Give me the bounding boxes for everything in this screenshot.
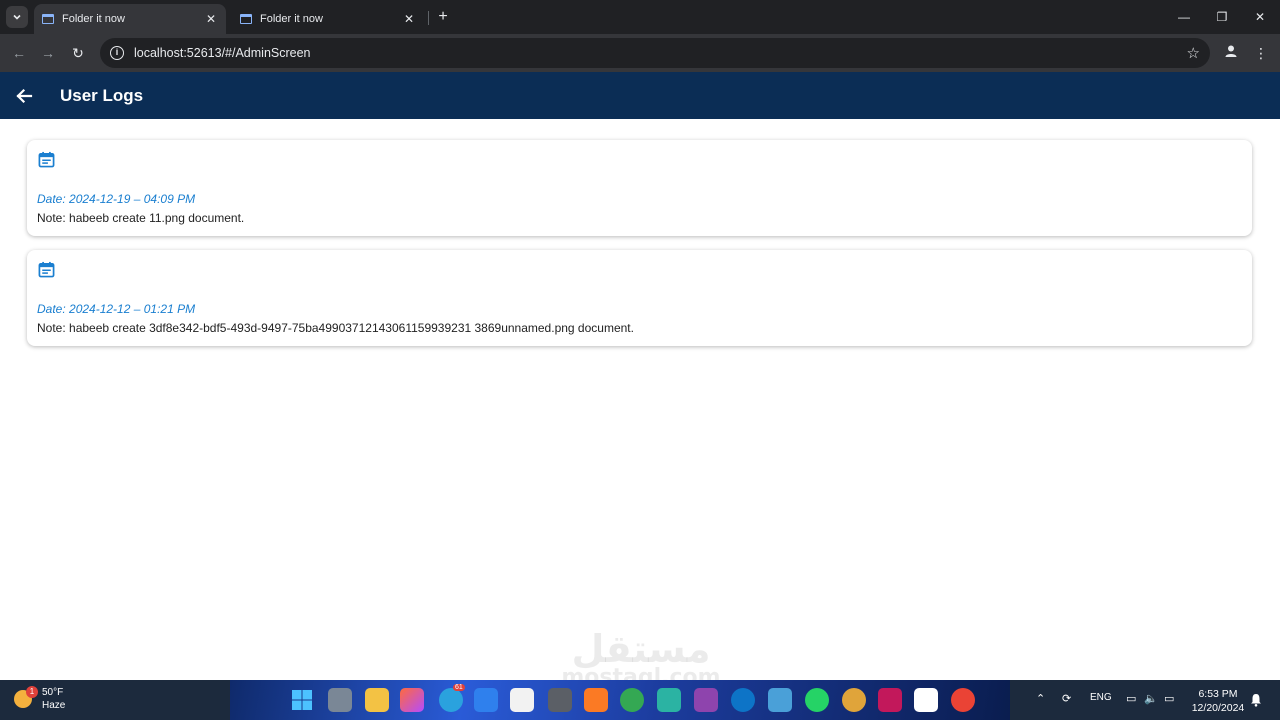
address-bar[interactable]: i localhost:52613/#/AdminScreen ☆ bbox=[100, 38, 1210, 68]
weather-sun-icon: 1 bbox=[14, 686, 38, 708]
task-view-icon[interactable] bbox=[328, 688, 352, 712]
profile-icon[interactable] bbox=[1220, 42, 1242, 64]
tab-divider bbox=[428, 11, 429, 25]
weather-condition: Haze bbox=[42, 700, 66, 711]
chevron-down-icon bbox=[13, 14, 21, 20]
close-tab-icon[interactable]: ✕ bbox=[204, 12, 218, 26]
weather-badge: 1 bbox=[26, 686, 38, 698]
weather-temp: 50°F bbox=[42, 687, 64, 698]
minimize-icon[interactable]: — bbox=[1174, 8, 1194, 26]
tab-title: Folder it now bbox=[260, 13, 323, 25]
window-favicon-icon bbox=[42, 14, 54, 24]
log-card: Date: 2024-12-19 – 04:09 PM Note: habeeb… bbox=[27, 140, 1252, 236]
sync-icon[interactable]: ⟳ bbox=[1062, 692, 1071, 705]
file-explorer-icon[interactable] bbox=[365, 688, 389, 712]
whatsapp-icon[interactable] bbox=[805, 688, 829, 712]
close-window-icon[interactable]: ✕ bbox=[1250, 8, 1270, 26]
jetbrains-icon[interactable] bbox=[878, 688, 902, 712]
network-icon[interactable]: ▭ bbox=[1126, 692, 1136, 705]
browser-toolbar: ← → ↻ i localhost:52613/#/AdminScreen ☆ … bbox=[0, 34, 1280, 72]
unity-icon[interactable] bbox=[548, 688, 572, 712]
edge-icon[interactable] bbox=[731, 688, 755, 712]
store-icon[interactable] bbox=[510, 688, 534, 712]
clock-date: 12/20/2024 bbox=[1191, 702, 1245, 714]
show-hidden-icons[interactable]: ⌃ bbox=[1036, 692, 1045, 705]
browser-tab-inactive[interactable]: Folder it now ✕ bbox=[232, 4, 424, 34]
cyberduck-icon[interactable] bbox=[842, 688, 866, 712]
notification-bell-icon[interactable] bbox=[1250, 693, 1262, 707]
language-indicator[interactable]: ENG bbox=[1090, 692, 1112, 703]
back-button[interactable] bbox=[12, 84, 36, 108]
system-clock[interactable]: 6:53 PM 12/20/2024 bbox=[1188, 687, 1248, 715]
telegram-icon[interactable]: 61 bbox=[439, 684, 465, 712]
battery-icon[interactable]: ▭ bbox=[1164, 692, 1174, 705]
vscode-icon[interactable] bbox=[474, 688, 498, 712]
watermark-logo: مستقل mostaql.com bbox=[556, 627, 726, 690]
app-bar: User Logs bbox=[0, 72, 1280, 119]
vpn-icon[interactable] bbox=[657, 688, 681, 712]
visual-studio-icon[interactable] bbox=[694, 688, 718, 712]
star-icon[interactable]: ☆ bbox=[1187, 44, 1200, 62]
app-window-icon[interactable] bbox=[914, 688, 938, 712]
url-text[interactable]: localhost:52613/#/AdminScreen bbox=[134, 46, 1187, 60]
windows-taskbar: 1 50°F Haze 61 ⌃ ⟳ ENG ▭ 🔈 ▭ 6:53 PM 12/… bbox=[0, 680, 1280, 720]
log-card: Date: 2024-12-12 – 01:21 PM Note: habeeb… bbox=[27, 250, 1252, 346]
info-icon[interactable]: i bbox=[110, 46, 124, 60]
tab-title: Folder it now bbox=[62, 13, 125, 25]
forward-nav-icon[interactable]: → bbox=[37, 42, 59, 64]
xampp-icon[interactable] bbox=[584, 688, 608, 712]
browser-tab-bar: Folder it now ✕ Folder it now ✕ + — ❐ ✕ bbox=[0, 0, 1280, 34]
browser-tab-active[interactable]: Folder it now ✕ bbox=[34, 4, 226, 34]
more-vertical-icon[interactable]: ⋮ bbox=[1250, 42, 1272, 64]
calendar-icon bbox=[38, 261, 55, 278]
tab-search-button[interactable] bbox=[6, 6, 28, 28]
logs-list: Date: 2024-12-19 – 04:09 PM Note: habeeb… bbox=[0, 119, 1280, 680]
clock-time: 6:53 PM bbox=[1198, 688, 1238, 700]
window-favicon-icon bbox=[240, 14, 252, 24]
volume-icon[interactable]: 🔈 bbox=[1144, 692, 1158, 705]
telegram-badge: 61 bbox=[453, 684, 465, 691]
start-icon[interactable] bbox=[290, 688, 314, 712]
log-note: Note: habeeb create 11.png document. bbox=[37, 211, 245, 225]
restore-icon[interactable]: ❐ bbox=[1212, 8, 1232, 26]
calendar-icon bbox=[38, 151, 55, 168]
new-tab-button[interactable]: + bbox=[434, 8, 452, 26]
log-date: Date: 2024-12-19 – 04:09 PM bbox=[37, 192, 196, 206]
back-nav-icon[interactable]: ← bbox=[8, 42, 30, 64]
chrome-icon[interactable] bbox=[951, 688, 975, 712]
close-tab-icon[interactable]: ✕ bbox=[402, 12, 416, 26]
chrome-dev-icon[interactable] bbox=[620, 688, 644, 712]
tool-icon[interactable] bbox=[768, 688, 792, 712]
copilot-icon[interactable] bbox=[400, 688, 424, 712]
page-title: User Logs bbox=[60, 85, 144, 105]
weather-widget[interactable]: 1 50°F Haze bbox=[14, 686, 65, 712]
arrow-left-icon bbox=[16, 88, 33, 103]
reload-icon[interactable]: ↻ bbox=[67, 42, 89, 64]
log-date: Date: 2024-12-12 – 01:21 PM bbox=[37, 302, 196, 316]
log-note: Note: habeeb create 3df8e342-bdf5-493d-9… bbox=[37, 321, 634, 335]
